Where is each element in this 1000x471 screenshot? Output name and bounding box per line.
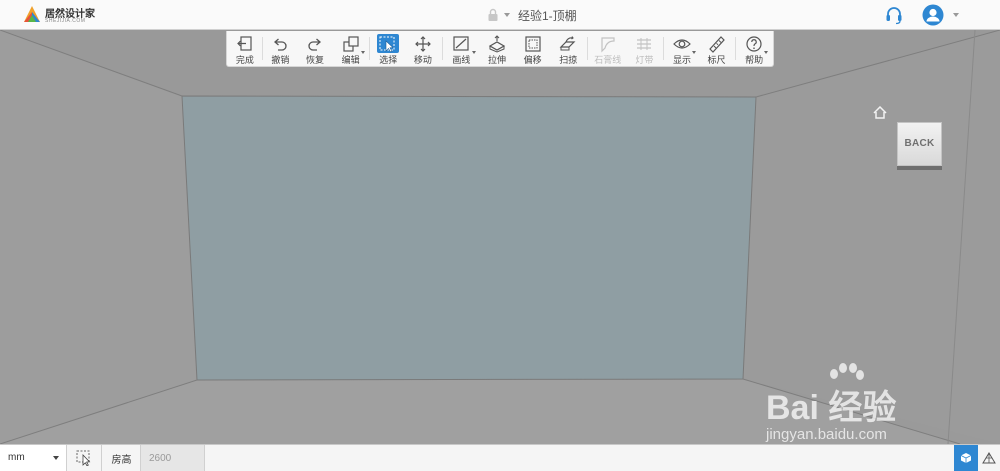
document-title-area: 经验1-顶棚 [486,6,577,24]
tool-help[interactable]: 帮助 [737,31,771,67]
tool-offset[interactable]: 偏移 [515,31,551,67]
tool-ruler[interactable]: 标尺 [699,31,735,67]
dropdown-caret-icon [763,51,768,54]
top-bar: 居然设计家 SHEJIJIA.COM 经验1-顶棚 [0,0,1000,30]
undo-icon [274,38,288,51]
bottom-bar: mm 房高 [0,444,1000,471]
floorplan-icon [982,452,996,464]
tool-label: 显示 [672,55,691,65]
chevron-down-icon [953,13,959,17]
tool-label: 偏移 [523,55,542,65]
lock-icon[interactable] [486,8,500,22]
select-cursor-icon [379,36,395,52]
watermark-url: jingyan.baidu.com [766,426,887,443]
tool-label: 完成 [235,55,254,65]
exit-icon [236,35,252,51]
tool-label: 灯带 [635,55,654,65]
toolbar-divider [587,37,588,60]
logo-subtitle: SHEJIJIA.COM [45,18,86,24]
toolbar-divider [369,37,371,60]
redo-icon [308,38,322,51]
tool-display[interactable]: 显示 [665,31,699,67]
pick-tool-button[interactable] [68,445,102,471]
watermark-text: Bai 经验 [766,389,897,427]
tool-label: 移动 [413,55,432,65]
unit-value: mm [8,452,25,463]
app-logo[interactable]: 居然设计家 SHEJIJIA.COM [22,3,102,27]
sweep-icon [559,35,576,50]
tool-label: 石膏线 [594,55,622,65]
chevron-down-icon[interactable] [504,13,510,17]
room-height-input[interactable] [141,445,205,471]
tool-done[interactable]: 完成 [229,31,261,67]
view-2d-button[interactable] [978,445,1000,471]
molding-icon [601,36,615,52]
left-wall [0,30,197,444]
eye-icon [673,38,691,49]
user-menu[interactable] [922,4,962,26]
select-cursor-icon [76,450,90,466]
tool-label: 标尺 [707,55,726,65]
view-3d-button[interactable] [954,445,978,471]
tool-label: 帮助 [745,55,764,65]
headset-icon[interactable] [884,5,904,25]
cube-icon [960,453,972,463]
tool-edit[interactable]: 编辑 [333,31,369,67]
back-button[interactable]: BACK [897,122,942,170]
watermark: Bai 经验 jingyan.baidu.com [766,362,966,452]
chevron-down-icon [53,456,59,460]
offset-icon [525,35,541,52]
draw-line-icon [453,35,470,51]
toolbar-divider [261,37,263,60]
tool-sweep[interactable]: 扫掠 [550,31,586,67]
move-arrows-icon [414,35,431,52]
back-button-label: BACK [904,138,935,149]
tool-molding[interactable]: 石膏线 [589,31,627,67]
room-height-label: 房高 [103,445,141,471]
back-button-shadow [897,166,942,170]
tool-extrude[interactable]: 拉伸 [479,31,515,67]
tool-redo[interactable]: 恢复 [297,31,333,67]
tool-select[interactable]: 选择 [371,31,405,67]
edit-copy-icon [343,35,359,52]
extrude-icon [488,34,506,53]
tool-light-strip[interactable]: 灯带 [627,31,663,67]
dropdown-caret-icon [691,51,696,54]
tool-label: 撤销 [271,55,290,65]
tool-label: 编辑 [341,55,360,65]
tool-label: 扫掠 [559,55,578,65]
ceiling-surface [181,95,757,381]
dropdown-caret-icon [361,51,366,54]
user-avatar-icon [922,4,944,26]
tool-label: 选择 [379,55,398,65]
light-strip-icon [637,37,652,50]
document-title: 经验1-顶棚 [518,8,577,23]
ruler-icon [708,35,725,53]
dropdown-caret-icon [472,51,477,54]
unit-select[interactable]: mm [0,445,67,471]
tool-undo[interactable]: 撤销 [264,31,298,67]
tool-move[interactable]: 移动 [405,31,441,67]
toolbar-divider [441,37,443,60]
toolbar-divider [735,37,737,60]
help-icon [746,35,762,52]
tool-label: 恢复 [306,55,325,65]
toolbar-divider [663,37,665,60]
tool-label: 画线 [452,55,471,65]
tool-label: 拉伸 [488,55,507,65]
logo-icon [24,6,40,22]
edit-toolbar: 完成 撤销 恢复 编辑 选择 移动 画线 拉伸 偏移 扫掠 石膏线 灯带 显示 … [226,31,774,67]
home-icon[interactable] [873,106,887,119]
tool-draw-line[interactable]: 画线 [444,31,480,67]
